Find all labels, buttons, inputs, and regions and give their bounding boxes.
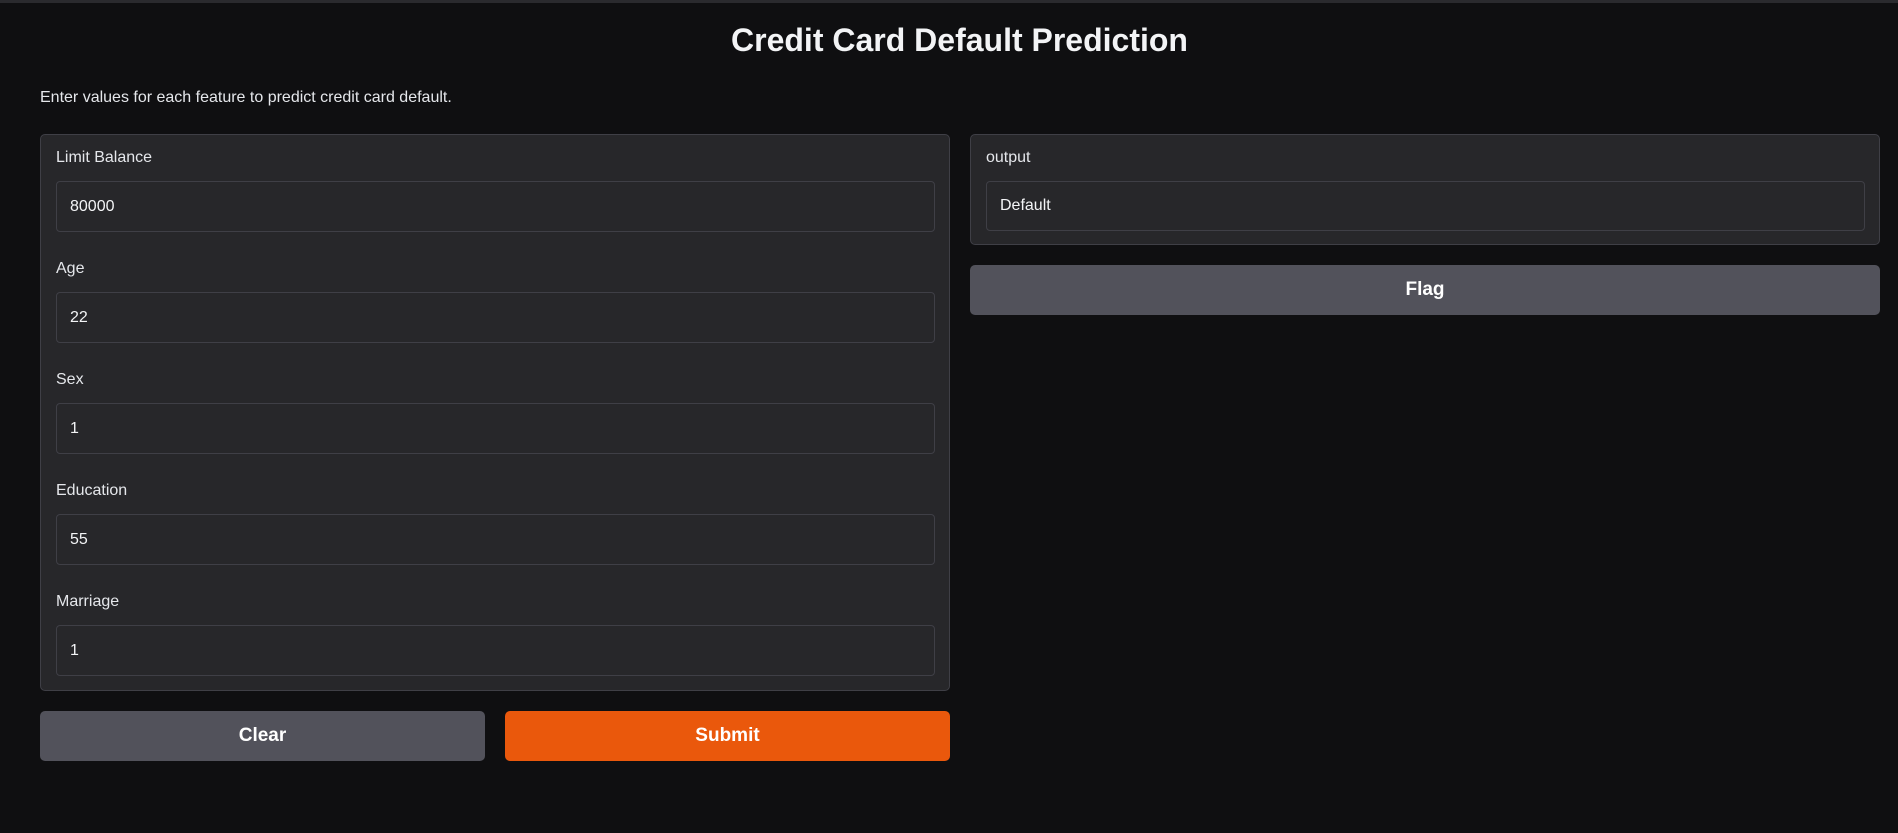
marriage-field: Marriage [56,591,935,676]
limit-balance-input[interactable] [56,181,935,232]
education-input[interactable] [56,514,935,565]
age-input[interactable] [56,292,935,343]
submit-button[interactable]: Submit [505,711,950,761]
education-field: Education [56,480,935,565]
clear-button[interactable]: Clear [40,711,485,761]
output-panel: output Default [970,134,1880,245]
sex-field: Sex [56,369,935,454]
output-textbox[interactable]: Default [986,181,1865,231]
page-description: Enter values for each feature to predict… [40,89,452,106]
output-label: output [986,149,1031,166]
age-field: Age [56,258,935,343]
limit-balance-field: Limit Balance [56,147,935,232]
input-panel: Limit Balance Age Sex Education Marriage [40,134,950,691]
marriage-input[interactable] [56,625,935,676]
flag-button[interactable]: Flag [970,265,1880,315]
top-border [0,0,1898,3]
age-label: Age [56,260,85,277]
limit-balance-label: Limit Balance [56,149,153,166]
page-title: Credit Card Default Prediction [731,22,1188,58]
output-field: output Default [986,147,1865,231]
education-label: Education [56,482,128,499]
sex-input[interactable] [56,403,935,454]
sex-label: Sex [56,371,84,388]
marriage-label: Marriage [56,593,120,610]
